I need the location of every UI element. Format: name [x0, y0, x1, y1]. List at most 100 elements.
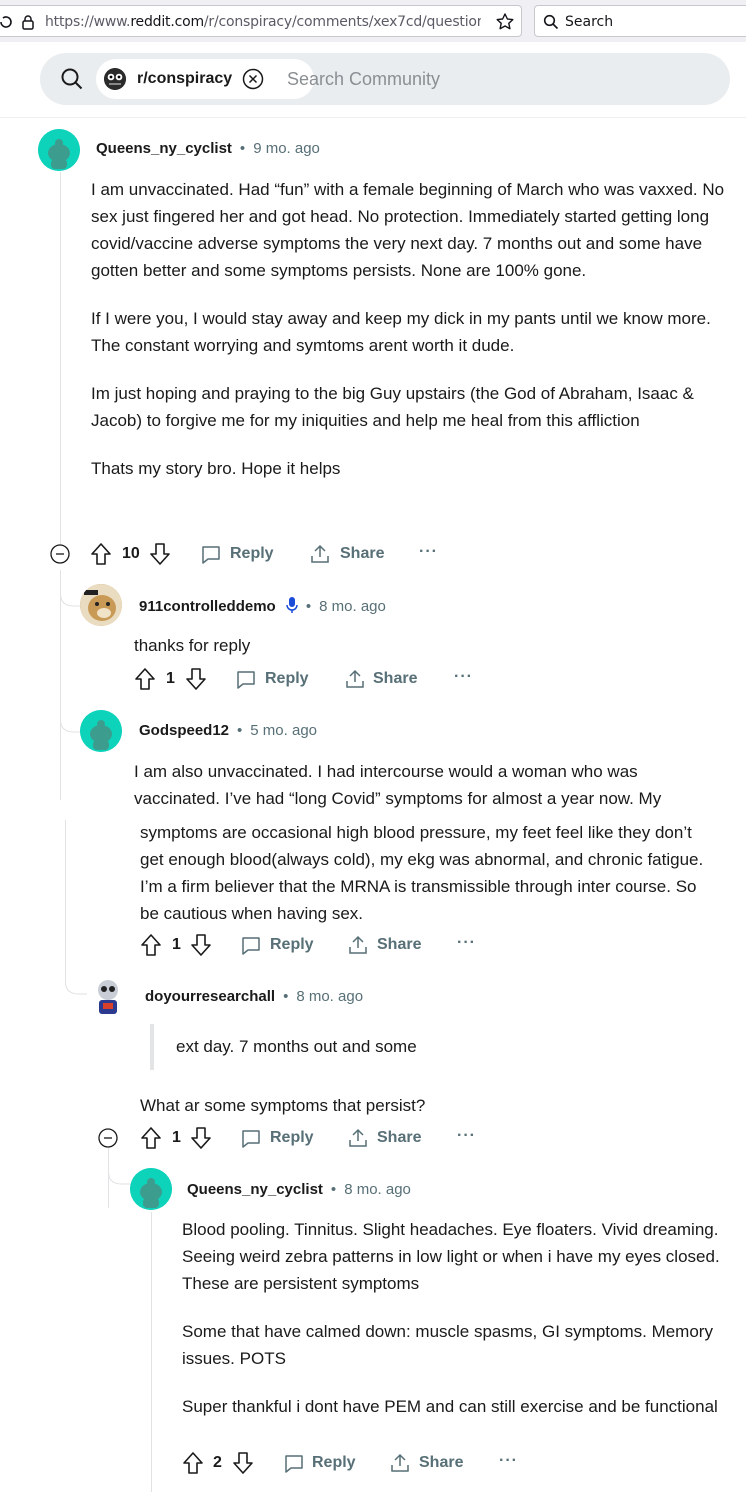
downvote-icon[interactable]	[149, 541, 171, 567]
reddit-header: r/conspiracy Search Community	[0, 42, 746, 118]
share-label: Share	[377, 936, 422, 953]
meta-separator: •	[305, 598, 312, 615]
vote-score: 1	[172, 936, 181, 953]
comment-paragraph: What ar some symptoms that persist?	[140, 1096, 426, 1115]
comment-paragraph: Thats my story bro. Hope it helps	[91, 459, 341, 478]
browser-search-box[interactable]: Search	[534, 5, 746, 37]
username-link[interactable]: doyourresearchall	[145, 988, 275, 1005]
thread-line	[60, 172, 61, 550]
comment-paragraph: I am also unvaccinated. I had intercours…	[134, 762, 662, 808]
more-options-button[interactable]: ···	[457, 1127, 476, 1145]
browser-search-label: Search	[565, 14, 614, 30]
comment-meta: 911controlleddemo • 8 mo. ago	[139, 596, 386, 615]
reply-button[interactable]: Reply	[240, 1125, 326, 1153]
username-link[interactable]: Godspeed12	[139, 722, 229, 739]
comment-body: What ar some symptoms that persist?	[140, 1092, 720, 1119]
timestamp[interactable]: 8 mo. ago	[319, 598, 386, 615]
community-chip[interactable]: r/conspiracy	[96, 59, 314, 99]
comment-meta: Godspeed12 • 5 mo. ago	[139, 722, 317, 739]
share-button[interactable]: Share	[389, 1450, 469, 1478]
downvote-icon[interactable]	[232, 1450, 254, 1476]
username-link[interactable]: Queens_ny_cyclist	[96, 140, 232, 157]
more-options-button[interactable]: ···	[419, 543, 438, 561]
address-bar[interactable]: https://www.reddit.com/r/conspiracy/comm…	[0, 5, 522, 37]
timestamp[interactable]: 8 mo. ago	[344, 1181, 411, 1198]
share-button[interactable]: Share	[344, 666, 424, 694]
comment-body: I am unvaccinated. Had “fun” with a fema…	[91, 176, 726, 482]
url-path: /r/conspiracy/comments/xex7cd/question_c…	[203, 14, 481, 30]
reload-icon[interactable]	[0, 14, 13, 30]
downvote-icon[interactable]	[190, 1125, 212, 1151]
comment-body: thanks for reply	[134, 632, 714, 659]
browser-toolbar: https://www.reddit.com/r/conspiracy/comm…	[0, 0, 746, 42]
meta-separator: •	[330, 1181, 337, 1198]
comment-paragraph: If I were you, I would stay away and kee…	[91, 309, 711, 355]
meta-separator: •	[283, 988, 289, 1005]
avatar[interactable]	[80, 710, 122, 752]
share-icon	[311, 544, 329, 563]
vote-score: 10	[122, 545, 140, 562]
share-icon	[346, 669, 364, 688]
share-label: Share	[340, 545, 385, 562]
downvote-icon[interactable]	[190, 932, 212, 958]
collapse-icon[interactable]	[98, 1128, 118, 1148]
clear-community-icon[interactable]	[242, 68, 264, 90]
upvote-icon[interactable]	[140, 1125, 162, 1151]
more-options-button[interactable]: ···	[454, 668, 473, 686]
comment-body: Blood pooling. Tinnitus. Slight headache…	[182, 1216, 727, 1420]
vote-score: 1	[172, 1129, 181, 1146]
share-icon	[391, 1453, 409, 1472]
reply-button[interactable]: Reply	[240, 932, 326, 960]
comment-bubble-icon	[237, 671, 255, 689]
share-button[interactable]: Share	[309, 541, 389, 569]
comment-meta: Queens_ny_cyclist • 8 mo. ago	[187, 1181, 411, 1198]
bookmark-star-icon[interactable]	[495, 12, 515, 32]
url-text[interactable]: https://www.reddit.com/r/conspiracy/comm…	[45, 14, 481, 30]
share-label: Share	[377, 1129, 422, 1146]
username-link[interactable]: Queens_ny_cyclist	[187, 1181, 323, 1198]
url-domain: reddit.com	[130, 14, 204, 30]
upvote-icon[interactable]	[140, 932, 162, 958]
timestamp[interactable]: 8 mo. ago	[296, 988, 363, 1005]
lock-icon	[22, 15, 34, 30]
comment-actions: 2 Reply Share ···	[182, 1450, 542, 1478]
share-label: Share	[373, 670, 418, 687]
upvote-icon[interactable]	[134, 666, 156, 692]
comment-actions: 1 Reply Share ···	[134, 666, 494, 694]
more-options-button[interactable]: ···	[499, 1452, 518, 1470]
share-button[interactable]: Share	[347, 932, 427, 960]
more-options-button[interactable]: ···	[457, 934, 476, 952]
comment-paragraph: Super thankful i dont have PEM and can s…	[182, 1397, 718, 1416]
username-link[interactable]: 911controlleddemo	[139, 598, 276, 615]
avatar[interactable]	[87, 974, 129, 1016]
downvote-icon[interactable]	[185, 666, 207, 692]
thread-line	[65, 820, 66, 974]
comment-thread: Queens_ny_cyclist • 9 mo. ago I am unvacci…	[0, 118, 746, 1492]
reply-button[interactable]: Reply	[200, 541, 286, 569]
vote-score: 1	[166, 670, 175, 687]
blockquote: ext day. 7 months out and some	[150, 1024, 417, 1070]
comment-body-continued: symptoms are occasional high blood press…	[140, 819, 720, 927]
timestamp[interactable]: 9 mo. ago	[253, 140, 320, 157]
comment-paragraph: Blood pooling. Tinnitus. Slight headache…	[182, 1220, 720, 1293]
search-icon	[61, 68, 83, 90]
share-icon	[349, 935, 367, 954]
collapse-icon[interactable]	[50, 544, 70, 564]
timestamp[interactable]: 5 mo. ago	[250, 722, 317, 739]
search-input[interactable]: Search Community	[287, 69, 440, 90]
reply-button[interactable]: Reply	[283, 1450, 369, 1478]
reply-label: Reply	[312, 1454, 356, 1471]
reply-label: Reply	[270, 936, 314, 953]
upvote-icon[interactable]	[90, 541, 112, 567]
avatar[interactable]	[130, 1168, 172, 1210]
avatar[interactable]	[80, 584, 122, 626]
avatar[interactable]	[38, 129, 80, 171]
comment-paragraph: Im just hoping and praying to the big Gu…	[91, 384, 694, 430]
comment-actions: 1 Reply Share ···	[140, 1125, 500, 1153]
reply-button[interactable]: Reply	[235, 666, 321, 694]
comment-body: I am also unvaccinated. I had intercours…	[134, 758, 724, 812]
thread-line	[151, 1212, 152, 1492]
upvote-icon[interactable]	[182, 1450, 204, 1476]
community-search-bar[interactable]: r/conspiracy Search Community	[40, 53, 730, 105]
share-button[interactable]: Share	[347, 1125, 427, 1153]
